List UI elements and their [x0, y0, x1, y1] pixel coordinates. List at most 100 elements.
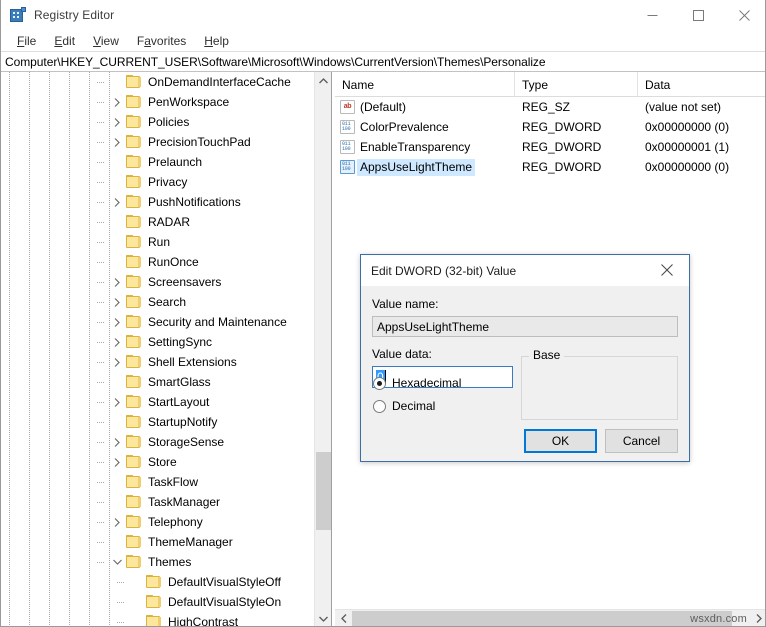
tree-elbow — [97, 562, 105, 563]
tree-node-storagesense[interactable]: StorageSense — [1, 432, 313, 452]
chevron-down-icon[interactable] — [109, 552, 125, 572]
tree-node-pushnotifications[interactable]: PushNotifications — [1, 192, 313, 212]
dword-value-icon: 011 100 — [340, 140, 355, 154]
table-row[interactable]: 011 100 EnableTransparency REG_DWORD 0x00000… — [335, 137, 765, 157]
scroll-right-arrow-icon[interactable] — [750, 610, 765, 626]
tree-node-screensavers[interactable]: Screensavers — [1, 272, 313, 292]
tree-node-startupnotify[interactable]: StartupNotify — [1, 412, 313, 432]
tree-node-penworkspace[interactable]: PenWorkspace — [1, 92, 313, 112]
folder-icon — [125, 335, 142, 349]
tree-node-label: Screensavers — [148, 274, 222, 289]
tree-scroll-thumb[interactable] — [316, 452, 331, 530]
chevron-right-icon[interactable] — [109, 352, 125, 372]
menu-edit[interactable]: Edit — [45, 32, 84, 50]
value-data: (value not set) — [645, 99, 722, 114]
chevron-right-icon[interactable] — [109, 392, 125, 412]
tree-node-highcontrast[interactable]: HighContrast — [1, 612, 313, 626]
folder-icon — [125, 435, 142, 449]
chevron-right-icon[interactable] — [109, 132, 125, 152]
tree-node-precisiontouchpad[interactable]: PrecisionTouchPad — [1, 132, 313, 152]
dialog-close-icon[interactable] — [645, 255, 689, 285]
scroll-left-arrow-icon[interactable] — [335, 610, 352, 626]
tree-node-label: SmartGlass — [148, 374, 211, 389]
tree-node-themes[interactable]: Themes — [1, 552, 313, 572]
tree-node-smartglass[interactable]: SmartGlass — [1, 372, 313, 392]
value-data-label: Value data: — [372, 347, 432, 361]
menu-help[interactable]: Help — [195, 32, 238, 50]
table-row[interactable]: 011 100 AppsUseLightTheme REG_DWORD 0x000000… — [335, 157, 765, 177]
radio-decimal[interactable]: Decimal — [373, 399, 435, 413]
tree-node-spacer — [109, 72, 125, 92]
minimize-button[interactable] — [629, 0, 675, 30]
chevron-right-icon[interactable] — [109, 512, 125, 532]
tree-node-ondemandinterfacecache[interactable]: OnDemandInterfaceCache — [1, 72, 313, 92]
window-controls — [629, 0, 765, 30]
radio-hexadecimal[interactable]: Hexadecimal — [373, 376, 461, 390]
tree-node-taskflow[interactable]: TaskFlow — [1, 472, 313, 492]
horizontal-scroll-thumb[interactable] — [352, 610, 732, 626]
tree-node-runonce[interactable]: RunOnce — [1, 252, 313, 272]
menu-file[interactable]: File — [8, 32, 45, 50]
tree-node-startlayout[interactable]: StartLayout — [1, 392, 313, 412]
tree-node-label: Search — [148, 294, 187, 309]
table-row[interactable]: 011 100 ColorPrevalence REG_DWORD 0x00000000… — [335, 117, 765, 137]
tree-node-telephony[interactable]: Telephony — [1, 512, 313, 532]
chevron-right-icon[interactable] — [109, 272, 125, 292]
tree-node-security-and-maintenance[interactable]: Security and Maintenance — [1, 312, 313, 332]
tree-node-defaultvisualstyleoff[interactable]: DefaultVisualStyleOff — [1, 572, 313, 592]
tree-node-label: DefaultVisualStyleOff — [168, 574, 281, 589]
value-data: 0x00000000 (0) — [645, 119, 730, 134]
maximize-button[interactable] — [675, 0, 721, 30]
tree-node-spacer — [109, 212, 125, 232]
chevron-right-icon[interactable] — [109, 112, 125, 132]
tree-node-spacer — [129, 612, 145, 626]
tree-elbow — [97, 282, 105, 283]
close-button[interactable] — [721, 0, 765, 30]
tree-node-policies[interactable]: Policies — [1, 112, 313, 132]
tree-node-thememanager[interactable]: ThemeManager — [1, 532, 313, 552]
column-header-name[interactable]: Name — [335, 72, 515, 97]
tree-node-label: Prelaunch — [148, 154, 203, 169]
chevron-right-icon[interactable] — [109, 332, 125, 352]
tree-node-search[interactable]: Search — [1, 292, 313, 312]
address-bar[interactable]: Computer\HKEY_CURRENT_USER\Software\Micr… — [1, 51, 765, 72]
table-row[interactable]: ab (Default) REG_SZ (value not set) — [335, 97, 765, 117]
menu-view[interactable]: View — [84, 32, 128, 50]
tree-elbow — [97, 462, 105, 463]
tree-elbow — [97, 182, 105, 183]
tree-node-run[interactable]: Run — [1, 232, 313, 252]
chevron-right-icon[interactable] — [109, 312, 125, 332]
column-header-data[interactable]: Data — [638, 72, 765, 97]
tree-node-radar[interactable]: RADAR — [1, 212, 313, 232]
value-type: REG_SZ — [522, 99, 571, 114]
value-name-field[interactable]: AppsUseLightTheme — [372, 316, 678, 337]
tree-node-taskmanager[interactable]: TaskManager — [1, 492, 313, 512]
tree-node-label: TaskFlow — [148, 474, 199, 489]
chevron-right-icon[interactable] — [109, 292, 125, 312]
tree-node-privacy[interactable]: Privacy — [1, 172, 313, 192]
scroll-down-arrow-icon[interactable] — [315, 610, 331, 626]
tree-node-defaultvisualstyleon[interactable]: DefaultVisualStyleOn — [1, 592, 313, 612]
tree-node-shell-extensions[interactable]: Shell Extensions — [1, 352, 313, 372]
chevron-right-icon[interactable] — [109, 452, 125, 472]
menu-favorites[interactable]: Favorites — [128, 32, 195, 50]
chevron-right-icon[interactable] — [109, 92, 125, 112]
folder-icon — [125, 555, 142, 569]
registry-tree[interactable]: OnDemandInterfaceCache PenWorkspace Polici… — [1, 72, 313, 626]
column-header-type[interactable]: Type — [515, 72, 638, 97]
tree-node-settingsync[interactable]: SettingSync — [1, 332, 313, 352]
tree-node-store[interactable]: Store — [1, 452, 313, 472]
scroll-up-arrow-icon[interactable] — [315, 72, 331, 89]
cancel-button[interactable]: Cancel — [605, 429, 678, 453]
chevron-right-icon[interactable] — [109, 192, 125, 212]
tree-vertical-scrollbar[interactable] — [314, 72, 331, 626]
cell-type: REG_DWORD — [515, 160, 638, 175]
tree-node-prelaunch[interactable]: Prelaunch — [1, 152, 313, 172]
folder-icon — [125, 155, 142, 169]
radio-dot-icon — [373, 399, 386, 413]
tree-elbow — [97, 142, 105, 143]
ok-button[interactable]: OK — [524, 429, 597, 453]
cell-data: 0x00000000 (0) — [638, 160, 765, 175]
tree-elbow — [97, 322, 105, 323]
chevron-right-icon[interactable] — [109, 432, 125, 452]
